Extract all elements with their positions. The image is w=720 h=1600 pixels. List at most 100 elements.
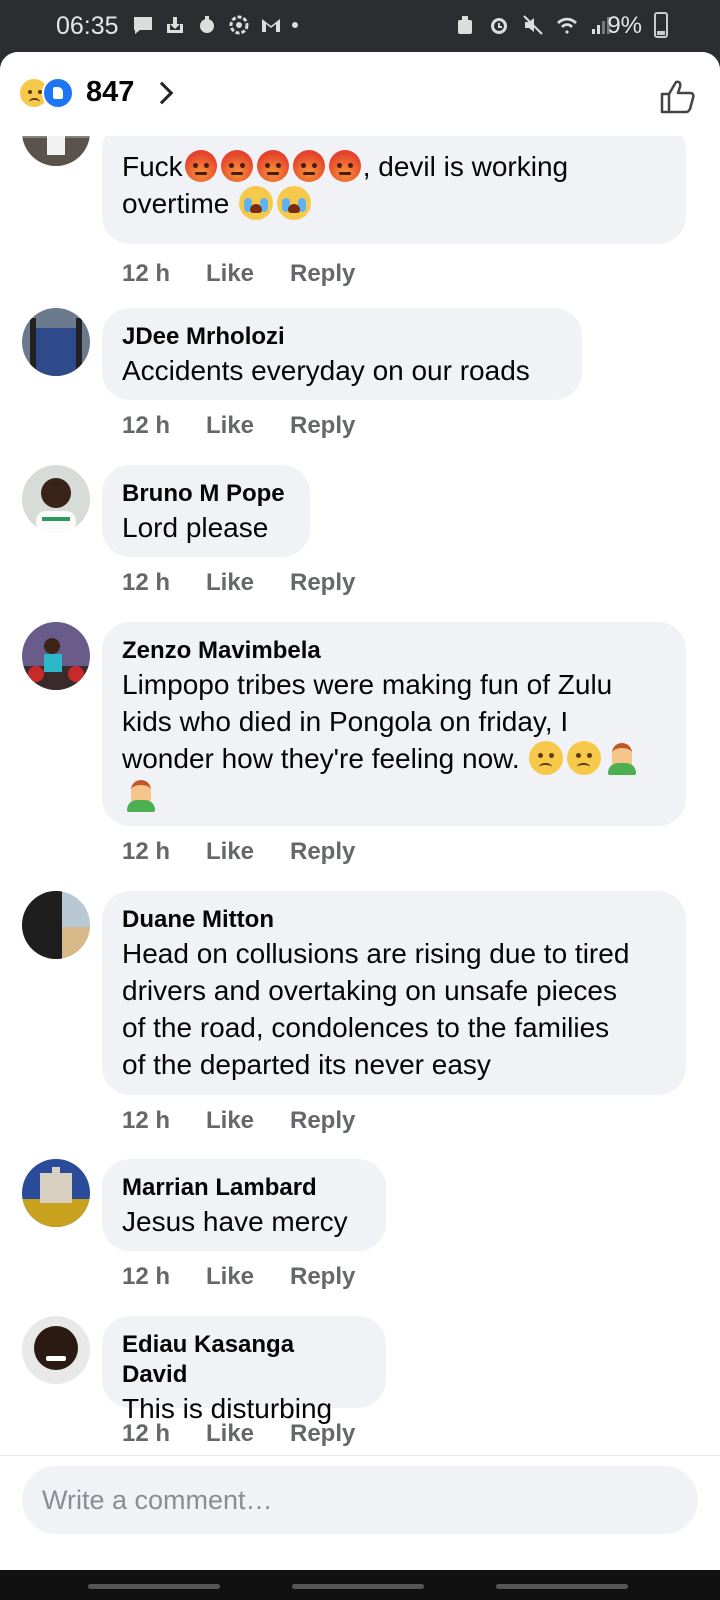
facepalm-emoji-icon bbox=[124, 778, 158, 812]
comment-text-line: Limpopo tribes were making fun of Zulu bbox=[122, 669, 613, 700]
comments-sheet: 847 Sandile Shabane Fuck, devil is worki… bbox=[0, 52, 720, 1570]
reactions-summary[interactable]: 847 bbox=[18, 76, 174, 109]
notification-icons bbox=[132, 14, 298, 36]
comment-text: Lord please bbox=[122, 512, 269, 543]
commenter-name[interactable]: JDee Mrholozi bbox=[122, 322, 562, 352]
reply-link[interactable]: Reply bbox=[290, 838, 355, 866]
like-link[interactable]: Like bbox=[206, 1263, 290, 1291]
comment-text-line: of the departed its never easy bbox=[122, 1049, 491, 1080]
crying-emoji-icon bbox=[239, 186, 274, 220]
crying-emoji-icon bbox=[277, 186, 312, 220]
sad-emoji-icon bbox=[567, 741, 602, 775]
comment-input-box[interactable] bbox=[22, 1466, 698, 1534]
angry-emoji-icon bbox=[328, 150, 361, 182]
comment-text-line-with-emoji: wonder how they're feeling now. bbox=[122, 740, 666, 777]
more-notifications-dot bbox=[292, 22, 298, 28]
commenter-name[interactable]: Duane Mitton bbox=[122, 905, 666, 935]
back-button[interactable] bbox=[496, 1584, 628, 1589]
comment-actions: 12 h Like Reply bbox=[122, 838, 355, 866]
comment-bubble[interactable]: Zenzo Mavimbela Limpopo tribes were maki… bbox=[102, 622, 686, 826]
reactions-header: 847 bbox=[0, 52, 720, 136]
reaction-count: 847 bbox=[86, 76, 135, 108]
commenter-name[interactable]: Bruno M Pope bbox=[122, 479, 290, 509]
commenter-name[interactable]: Zenzo Mavimbela bbox=[122, 636, 666, 666]
comment-text-part: , devil is working bbox=[362, 151, 569, 182]
avatar[interactable] bbox=[22, 308, 90, 376]
comment-time[interactable]: 12 h bbox=[122, 1420, 206, 1448]
angry-emoji-icon bbox=[256, 150, 289, 182]
comment-text: Fuck , devil is working overtime bbox=[122, 148, 666, 222]
reply-link[interactable]: Reply bbox=[290, 1107, 355, 1135]
like-reaction-icon bbox=[42, 76, 74, 109]
settings-gear-icon bbox=[229, 15, 249, 35]
home-button[interactable] bbox=[292, 1584, 424, 1589]
message-icon bbox=[134, 17, 152, 34]
like-link[interactable]: Like bbox=[206, 1420, 290, 1448]
comment-text-line: kids who died in Pongola on friday, I bbox=[122, 706, 569, 737]
comment-time[interactable]: 12 h bbox=[122, 260, 206, 288]
chevron-right-icon bbox=[151, 81, 174, 104]
reply-link[interactable]: Reply bbox=[290, 1420, 355, 1448]
system-icons bbox=[454, 14, 612, 36]
comment-input[interactable] bbox=[42, 1484, 678, 1516]
avatar[interactable] bbox=[22, 1159, 90, 1227]
like-icon[interactable] bbox=[658, 76, 698, 116]
comment-bubble[interactable]: Duane Mitton Head on collusions are risi… bbox=[102, 891, 686, 1095]
wifi-icon bbox=[557, 17, 577, 34]
angry-emoji-icon bbox=[292, 150, 325, 182]
avatar[interactable] bbox=[22, 891, 90, 959]
comment-time[interactable]: 12 h bbox=[122, 1263, 206, 1291]
comment-time[interactable]: 12 h bbox=[122, 569, 206, 597]
app-icon bbox=[200, 16, 214, 33]
comment-text: Jesus have mercy bbox=[122, 1206, 348, 1237]
avatar[interactable] bbox=[22, 622, 90, 690]
comment-actions: 12 h Like Reply bbox=[122, 569, 355, 597]
comment-actions: 12 h Like Reply bbox=[122, 1420, 355, 1448]
like-link[interactable]: Like bbox=[206, 1107, 290, 1135]
comment-bubble[interactable]: Sandile Shabane Fuck, devil is working o… bbox=[102, 115, 686, 244]
reply-link[interactable]: Reply bbox=[290, 260, 355, 288]
comment-bubble[interactable]: Ediau Kasanga David This is disturbing bbox=[102, 1316, 386, 1424]
like-link[interactable]: Like bbox=[206, 412, 290, 440]
avatar[interactable] bbox=[22, 1316, 90, 1384]
comment-actions: 12 h Like Reply bbox=[122, 412, 355, 440]
like-link[interactable]: Like bbox=[206, 838, 290, 866]
comment-bubble[interactable]: Bruno M Pope Lord please bbox=[102, 465, 310, 557]
comment-text-line: wonder how they're feeling now. bbox=[122, 743, 520, 774]
like-link[interactable]: Like bbox=[206, 569, 290, 597]
comment-bubble[interactable]: JDee Mrholozi Accidents everyday on our … bbox=[102, 308, 582, 400]
comment-composer bbox=[0, 1455, 720, 1570]
system-nav-bar bbox=[0, 1570, 720, 1600]
comment-text-part: Fuck bbox=[122, 151, 183, 182]
avatar[interactable] bbox=[22, 465, 90, 533]
angry-emoji-icon bbox=[220, 150, 253, 182]
commenter-name[interactable]: Ediau Kasanga David bbox=[122, 1330, 366, 1390]
reply-link[interactable]: Reply bbox=[290, 412, 355, 440]
comment-time[interactable]: 12 h bbox=[122, 838, 206, 866]
comment-actions: 12 h Like Reply bbox=[122, 1263, 355, 1291]
status-time: 06:35 bbox=[56, 12, 119, 40]
like-link[interactable]: Like bbox=[206, 260, 290, 288]
recent-apps-button[interactable] bbox=[88, 1584, 220, 1589]
comment-text: Head on collusions are rising due to tir… bbox=[122, 935, 666, 1083]
comment-time[interactable]: 12 h bbox=[122, 412, 206, 440]
comment-emoji-line bbox=[122, 777, 666, 814]
comment-bubble[interactable]: Marrian Lambard Jesus have mercy bbox=[102, 1159, 386, 1251]
facepalm-emoji-icon bbox=[605, 741, 639, 775]
mute-icon bbox=[523, 15, 543, 35]
comment-actions: 12 h Like Reply bbox=[122, 1107, 355, 1135]
comment-actions: 12 h Like Reply bbox=[122, 260, 355, 288]
comment-text-line: drivers and overtaking on unsafe pieces bbox=[122, 975, 617, 1006]
comment-text: Accidents everyday on our roads bbox=[122, 355, 530, 386]
comment-time[interactable]: 12 h bbox=[122, 1107, 206, 1135]
gmail-icon bbox=[262, 19, 280, 32]
reply-link[interactable]: Reply bbox=[290, 569, 355, 597]
comment-text-line: Head on collusions are rising due to tir… bbox=[122, 938, 630, 969]
battery-percent: 9% bbox=[607, 12, 642, 39]
reply-link[interactable]: Reply bbox=[290, 1263, 355, 1291]
comment-text: Limpopo tribes were making fun of Zulu k… bbox=[122, 666, 666, 814]
comment-text-part: overtime bbox=[122, 188, 230, 219]
battery-icon bbox=[654, 12, 668, 38]
commenter-name[interactable]: Marrian Lambard bbox=[122, 1173, 366, 1203]
alarm-icon bbox=[491, 18, 507, 34]
